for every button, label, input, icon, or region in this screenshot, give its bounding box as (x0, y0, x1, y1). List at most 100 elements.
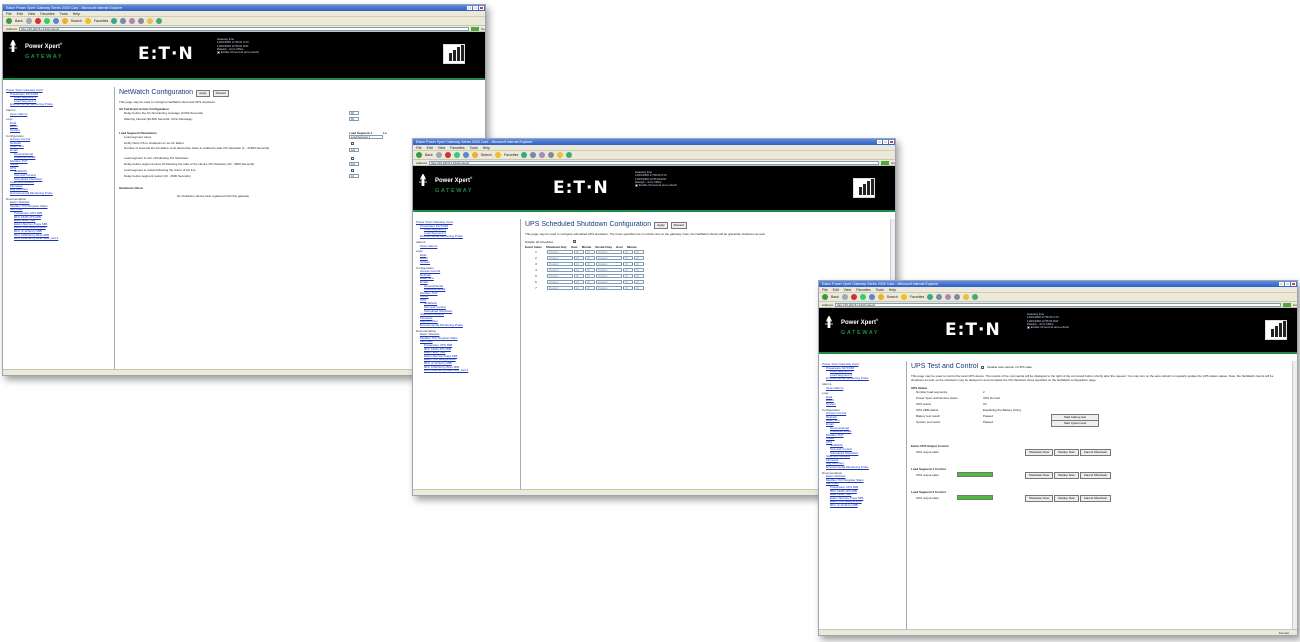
restart-hour-select[interactable]: 00 (623, 250, 633, 254)
nav-open-alarms[interactable]: Open Alarms (416, 244, 517, 249)
restart-minute-select[interactable]: 00 (634, 286, 644, 290)
mail-icon[interactable] (539, 152, 546, 158)
nav-log-system[interactable]: System (822, 402, 903, 407)
shutdown-now-button[interactable]: Shutdown Now (1025, 472, 1054, 479)
restart-day-select[interactable]: Disabled (596, 256, 622, 260)
nav-emp[interactable]: Environmental Monitoring Probe (6, 191, 111, 196)
auto-refresh-checkbox[interactable] (217, 51, 220, 55)
maximize-button[interactable] (473, 6, 478, 10)
stop-icon[interactable] (444, 152, 451, 158)
shutdown-day-select[interactable]: Disabled (547, 286, 573, 290)
history-icon[interactable] (530, 152, 537, 158)
nav-open-alarms[interactable]: Open Alarms (822, 386, 903, 391)
restart-minute-select[interactable]: 00 (634, 256, 644, 260)
segment-name-input[interactable]: Load Segment 1 (349, 135, 383, 139)
go-button[interactable] (880, 160, 889, 165)
nav-log-system[interactable]: System (6, 128, 111, 133)
menu-file[interactable]: File (6, 11, 12, 16)
restart-delay-input[interactable]: 10 (349, 174, 359, 178)
startup-now-button[interactable]: Startup Now (1054, 472, 1079, 479)
restart-minute-select[interactable]: 00 (634, 250, 644, 254)
shutdown-minute-select[interactable]: 00 (585, 280, 595, 284)
media-icon[interactable] (521, 152, 528, 158)
auto-refresh-checkbox[interactable] (1027, 326, 1030, 330)
shutdown-minute-select[interactable]: 00 (585, 286, 595, 290)
nav-mib-item[interactable]: RFC of 12 Entry MIB (822, 503, 903, 508)
restart-day-select[interactable]: Disabled (596, 262, 622, 266)
shutdown-day-select[interactable]: Disabled (547, 256, 573, 260)
shutdown-minute-select[interactable]: 00 (585, 274, 595, 278)
home-icon[interactable] (52, 18, 59, 24)
go-button[interactable] (470, 26, 479, 31)
stop-icon[interactable] (850, 294, 857, 300)
menu-view[interactable]: View (28, 11, 36, 16)
auto-refresh-toggle[interactable] (981, 365, 985, 369)
home-icon[interactable] (868, 294, 875, 300)
nav-probe[interactable]: Environmental Monitoring Probe (6, 103, 111, 107)
favorites-icon[interactable] (900, 294, 907, 300)
startup-now-button[interactable]: Startup Now (1054, 449, 1079, 456)
menu-view[interactable]: View (438, 145, 446, 150)
go-label[interactable]: Go (481, 27, 485, 31)
search-icon[interactable] (877, 294, 884, 300)
back-icon[interactable] (416, 152, 422, 158)
address-input[interactable]: http://10.222.51.134/content/ (429, 160, 879, 165)
warning-interval-input[interactable]: 60 (349, 117, 359, 121)
shutdown-now-button[interactable]: Shutdown Now (1025, 449, 1054, 456)
shutdown-hour-select[interactable]: 00 (574, 262, 584, 266)
forward-icon[interactable] (435, 152, 442, 158)
menu-help[interactable]: Help (483, 145, 490, 150)
shutdown-minute-select[interactable]: 00 (585, 250, 595, 254)
favorites-label[interactable]: Favorites (910, 295, 924, 299)
restart-minute-select[interactable]: 00 (634, 274, 644, 278)
menu-tools[interactable]: Tools (876, 287, 884, 292)
shutdown-hour-select[interactable]: 00 (574, 280, 584, 284)
menu-help[interactable]: Help (889, 287, 896, 292)
favorites-icon[interactable] (84, 18, 91, 24)
shutdown-minute-select[interactable]: 00 (585, 268, 595, 272)
refresh-icon[interactable] (859, 294, 866, 300)
menu-favorites[interactable]: Favorites (40, 11, 54, 16)
shutdown-hour-select[interactable]: 00 (574, 286, 584, 290)
auto-refresh-checkbox[interactable] (635, 184, 638, 188)
minimize-button[interactable] (877, 140, 882, 144)
media-icon[interactable] (927, 294, 934, 300)
go-label[interactable]: Go (891, 161, 895, 165)
close-button[interactable] (889, 140, 894, 144)
shutdown-day-select[interactable]: Disabled (547, 262, 573, 266)
nav-log-system[interactable]: System (416, 260, 517, 265)
close-button[interactable] (1291, 282, 1296, 286)
refresh-icon[interactable] (453, 152, 460, 158)
back-icon[interactable] (822, 294, 828, 300)
go-button[interactable] (1282, 302, 1291, 307)
notify-seconds-input[interactable]: 111 (349, 148, 359, 152)
apply-button[interactable]: Apply (654, 221, 668, 229)
mail-icon[interactable] (945, 294, 952, 300)
restart-checkbox[interactable] (351, 169, 354, 172)
shutdown-day-select[interactable]: Disabled (547, 268, 573, 272)
shutdown-minute-select[interactable]: 00 (585, 256, 595, 260)
menu-file[interactable]: File (822, 287, 828, 292)
menu-favorites[interactable]: Favorites (856, 287, 870, 292)
notify-checkbox[interactable] (351, 142, 354, 145)
folder-icon[interactable] (147, 18, 154, 24)
maximize-button[interactable] (1285, 282, 1290, 286)
turn-off-checkbox[interactable] (351, 157, 354, 160)
restart-hour-select[interactable]: 00 (623, 268, 633, 272)
menu-view[interactable]: View (844, 287, 852, 292)
history-icon[interactable] (120, 18, 127, 24)
address-input[interactable]: http://10.222.51.134/content/ (19, 26, 469, 31)
browser-window-test-control[interactable]: Eaton Power Xpert Gateway Series 2000 Ca… (818, 280, 1298, 636)
messenger-icon[interactable] (566, 152, 573, 158)
refresh-icon[interactable] (43, 18, 50, 24)
menu-help[interactable]: Help (73, 11, 80, 16)
folder-icon[interactable] (963, 294, 970, 300)
menu-edit[interactable]: Edit (17, 11, 23, 16)
back-label[interactable]: Back (425, 153, 433, 157)
turnoff-delay-input[interactable]: 111 (349, 162, 359, 166)
minimize-button[interactable] (467, 6, 472, 10)
nav-probe[interactable]: Environmental Monitoring Probe (822, 377, 903, 381)
restart-minute-select[interactable]: 00 (634, 280, 644, 284)
cancel-shutdown-button[interactable]: Cancel Shutdown (1079, 495, 1112, 502)
stop-icon[interactable] (34, 18, 41, 24)
